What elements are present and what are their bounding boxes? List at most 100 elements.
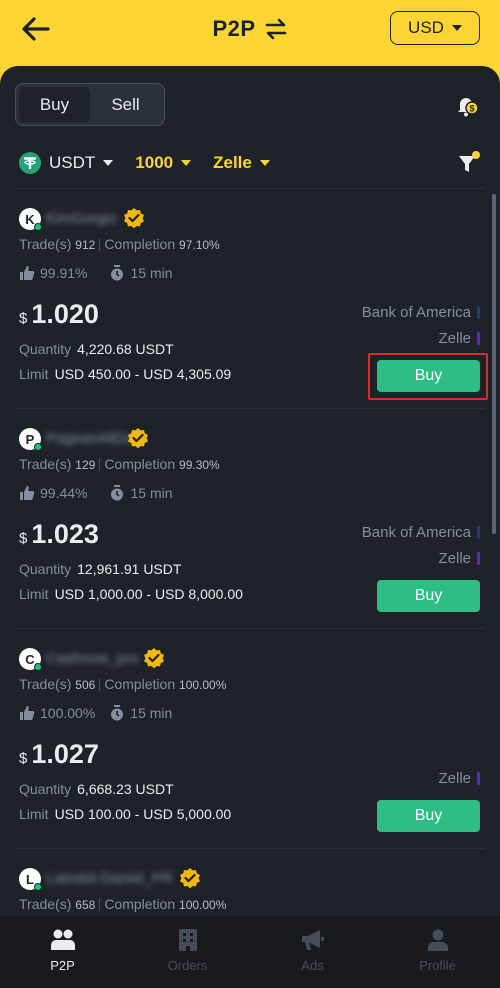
online-status-dot	[34, 883, 42, 891]
svg-text:$: $	[469, 104, 474, 114]
payment-method: Zelle	[438, 770, 480, 787]
rating-time-row: 99.44% 15 min	[19, 485, 173, 501]
trades-count: 506	[75, 678, 96, 692]
p2p-mode-switch[interactable]: P2P	[212, 16, 287, 42]
merchant-avatar: L	[19, 868, 42, 891]
thumbs-up-icon	[20, 486, 35, 500]
currency-symbol: $	[19, 310, 28, 327]
megaphone-icon	[301, 930, 324, 950]
merchant-name[interactable]: Latrobit-Daniel_PR	[46, 870, 173, 887]
payment-method: Zelle	[438, 550, 480, 567]
asset-filter[interactable]: USDT	[19, 152, 114, 174]
merchant-name[interactable]: KimGorgio	[46, 210, 117, 227]
completion-rate: 97.10%	[179, 238, 220, 252]
limit-row: Limit USD 1,000.00 - USD 8,000.00	[19, 586, 243, 602]
payment-filter[interactable]: Zelle	[213, 153, 270, 173]
buy-button[interactable]: Buy	[377, 580, 480, 612]
merchant-name[interactable]: PageanAllDo	[46, 430, 134, 447]
fiat-currency-label: USD	[408, 18, 444, 37]
scrollbar[interactable]	[492, 194, 496, 534]
separator	[99, 458, 101, 471]
thumbs-up-icon	[20, 706, 35, 720]
completion-label: Completion	[104, 456, 176, 472]
ad-price: $1.020	[19, 299, 99, 330]
quantity-row: Quantity 4,220.68 USDT	[19, 341, 174, 357]
payment-method-color-bar	[477, 306, 480, 319]
completion-label: Completion	[104, 236, 176, 252]
ad-card: C Cashnow_pro Trade(s) 506 Completion 100…	[0, 648, 500, 868]
completion-label: Completion	[104, 676, 176, 692]
price-value: 1.023	[31, 519, 99, 549]
payment-method-color-bar	[477, 772, 480, 785]
limit-row: Limit USD 100.00 - USD 5,000.00	[19, 806, 231, 822]
merchant-avatar: P	[19, 428, 42, 451]
separator	[99, 678, 101, 691]
completion-rate: 99.30%	[179, 458, 220, 472]
nav-item-p2p[interactable]: P2P	[0, 916, 125, 988]
payment-method-label: Bank of America	[361, 304, 471, 321]
nav-label: Ads	[301, 958, 324, 973]
limit-value: USD 100.00 - USD 5,000.00	[54, 806, 232, 822]
timer-icon	[111, 705, 124, 721]
avatar-initial: C	[25, 651, 35, 667]
limit-label: Limit	[19, 806, 49, 822]
rating-time-row: 100.00% 15 min	[19, 705, 172, 721]
trades-label: Trade(s)	[19, 236, 72, 252]
payment-time-limit: 15 min	[130, 485, 173, 501]
online-status-dot	[34, 663, 42, 671]
quantity-value: 6,668.23 USDT	[77, 781, 174, 797]
separator	[99, 238, 101, 251]
quantity-label: Quantity	[19, 561, 72, 577]
separator	[99, 898, 101, 911]
nav-item-orders[interactable]: Orders	[125, 916, 250, 988]
ad-card: K KimGorgio Trade(s) 912 Completion 97.10…	[0, 208, 500, 428]
amount-filter-label: 1000	[135, 153, 174, 172]
chevron-down-icon	[451, 25, 462, 31]
chevron-down-icon	[181, 160, 192, 166]
timer-icon	[111, 265, 124, 281]
divider	[15, 408, 485, 409]
fiat-currency-select[interactable]: USD	[390, 11, 480, 45]
filter-funnel-icon[interactable]	[457, 150, 481, 176]
nav-item-ads[interactable]: Ads	[250, 916, 375, 988]
chevron-down-icon	[259, 160, 270, 166]
tab-buy[interactable]: Buy	[19, 87, 90, 122]
notification-bell-icon[interactable]: $	[454, 92, 480, 118]
completion-rate: 100.00%	[179, 898, 227, 912]
avatar-initial: P	[25, 431, 35, 447]
buy-button[interactable]: Buy	[377, 800, 480, 832]
positive-rating: 99.44%	[40, 485, 88, 501]
payment-method-color-bar	[477, 526, 480, 539]
payment-method-label: Zelle	[438, 770, 471, 787]
tab-sell[interactable]: Sell	[90, 87, 161, 122]
divider	[15, 848, 485, 849]
payment-filter-label: Zelle	[213, 153, 252, 172]
merchant-name[interactable]: Cashnow_pro	[46, 650, 139, 667]
payment-method-label: Bank of America	[361, 524, 471, 541]
nav-item-profile[interactable]: Profile	[375, 916, 500, 988]
trade-stats: Trade(s) 912 Completion 97.10%	[19, 236, 220, 252]
price-value: 1.027	[31, 739, 99, 769]
trades-label: Trade(s)	[19, 456, 72, 472]
chevron-down-icon	[103, 160, 114, 166]
trade-stats: Trade(s) 506 Completion 100.00%	[19, 676, 226, 692]
verified-badge-icon	[128, 428, 148, 449]
divider	[15, 188, 485, 189]
positive-rating: 100.00%	[40, 705, 96, 721]
quantity-label: Quantity	[19, 781, 72, 797]
online-status-dot	[34, 443, 42, 451]
payment-method: Bank of America	[362, 524, 480, 541]
swap-arrows-icon	[265, 18, 286, 40]
page-title: P2P	[212, 16, 256, 41]
completion-label: Completion	[104, 896, 176, 912]
verified-badge-icon	[144, 648, 164, 669]
currency-symbol: $	[19, 530, 28, 547]
buy-button[interactable]: Buy	[377, 360, 480, 392]
main-panel: Buy Sell $ USDT 1000 Zelle K KimGorgio T…	[0, 66, 500, 988]
ad-card: L Latrobit-Daniel_PR Trade(s) 658 Complet…	[0, 868, 500, 916]
buy-sell-toggle: Buy Sell	[15, 83, 165, 126]
orders-building-icon	[178, 929, 197, 951]
timer-icon	[111, 485, 124, 501]
amount-filter[interactable]: 1000	[135, 153, 192, 173]
top-bar: P2P USD	[0, 0, 500, 66]
